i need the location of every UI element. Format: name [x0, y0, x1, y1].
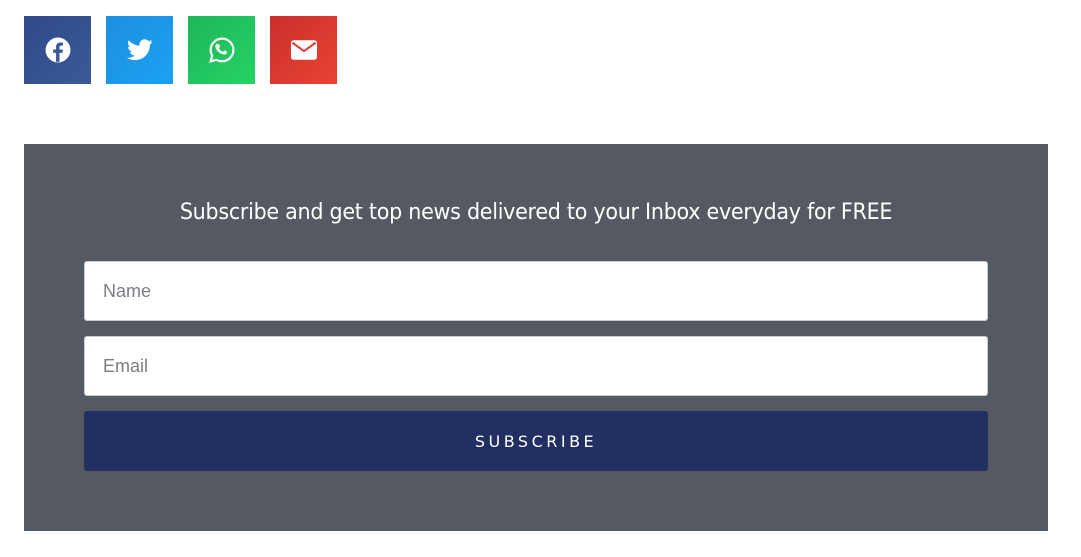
subscribe-button[interactable]: SUBSCRIBE [84, 411, 988, 471]
envelope-icon [290, 40, 317, 60]
facebook-icon [45, 37, 71, 63]
email-share-button[interactable] [270, 16, 337, 84]
twitter-icon [126, 39, 153, 61]
subscribe-heading: Subscribe and get top news delivered to … [179, 200, 893, 225]
subscribe-panel: Subscribe and get top news delivered to … [24, 144, 1048, 531]
twitter-share-button[interactable] [106, 16, 173, 84]
name-input[interactable] [84, 261, 988, 321]
whatsapp-icon [208, 37, 235, 63]
facebook-share-button[interactable] [24, 16, 91, 84]
social-share-bar [24, 16, 337, 84]
whatsapp-share-button[interactable] [188, 16, 255, 84]
email-input[interactable] [84, 336, 988, 396]
